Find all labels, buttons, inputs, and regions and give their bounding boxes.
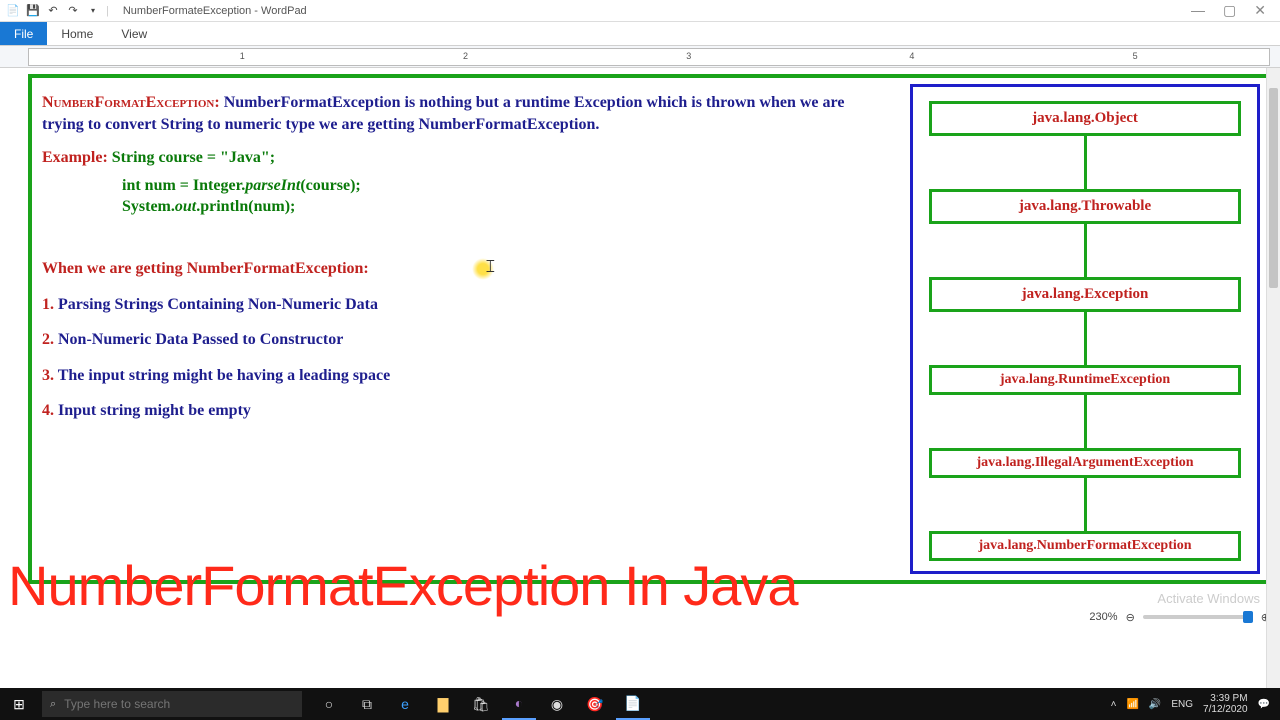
ruler-row: 1 2 3 4 5 (0, 46, 1280, 68)
taskbar-pinned-apps: ○ ⧉ e ▇ 🛍 ◐ ◉ 🎯 📄 (312, 688, 650, 720)
when-heading: When we are getting NumberFormatExceptio… (42, 258, 890, 280)
notifications-icon[interactable]: 💬 (1258, 699, 1270, 710)
connector-line (1084, 312, 1087, 365)
app-icon[interactable]: 🎯 (578, 688, 612, 720)
eclipse-icon[interactable]: ◐ (502, 688, 536, 720)
taskbar-search[interactable]: ⌕ (42, 691, 302, 717)
undo-icon[interactable]: ↶ (46, 4, 60, 18)
tab-home[interactable]: Home (47, 22, 107, 45)
zoom-slider[interactable] (1143, 615, 1253, 619)
qat-dropdown-icon[interactable]: ▾ (86, 4, 100, 18)
example-label: Example: (42, 149, 108, 166)
hierarchy-box: java.lang.Exception (929, 277, 1241, 312)
system-tray: ˄ 📶 🔊 ENG 3:39 PM 7/12/2020 💬 (1111, 693, 1280, 715)
window-title: NumberFormateException - WordPad (115, 5, 1177, 17)
hierarchy-box: java.lang.Object (929, 101, 1241, 136)
wordpad-task-icon[interactable]: 📄 (616, 688, 650, 720)
volume-icon[interactable]: 🔊 (1149, 699, 1161, 710)
text-cursor-icon: 𝙸 (484, 254, 497, 278)
overlay-title: NumberFormatException In Java (8, 553, 1272, 618)
hierarchy-box: java.lang.Throwable (929, 189, 1241, 224)
connector-line (1084, 395, 1087, 448)
zoom-out-button[interactable]: ⊖ (1126, 611, 1135, 624)
redo-icon[interactable]: ↷ (66, 4, 80, 18)
store-icon[interactable]: 🛍 (464, 688, 498, 720)
titlebar: 📄 💾 ↶ ↷ ▾ | NumberFormateException - Wor… (0, 0, 1280, 22)
code-block: int num = Integer.parseInt(course); Syst… (122, 175, 890, 218)
search-icon: ⌕ (50, 698, 56, 711)
clock[interactable]: 3:39 PM 7/12/2020 (1203, 693, 1248, 715)
code-line-1: String course = "Java"; (112, 149, 275, 166)
hierarchy-box: java.lang.RuntimeException (929, 365, 1241, 395)
quick-access-toolbar: 📄 💾 ↶ ↷ ▾ | (0, 4, 115, 18)
start-button[interactable]: ⊞ (0, 688, 38, 720)
chrome-icon[interactable]: ◉ (540, 688, 574, 720)
maximize-button[interactable]: ▢ (1223, 2, 1236, 19)
edge-icon[interactable]: e (388, 688, 422, 720)
heading-label: NumberFormatException: (42, 94, 220, 111)
language-indicator[interactable]: ENG (1171, 699, 1193, 710)
search-input[interactable] (64, 697, 294, 711)
cortana-icon[interactable]: ○ (312, 688, 346, 720)
connector-line (1084, 224, 1087, 277)
tab-view[interactable]: View (107, 22, 161, 45)
page-frame: NumberFormatException: NumberFormatExcep… (28, 74, 1272, 584)
network-icon[interactable]: 📶 (1126, 699, 1138, 710)
ruler[interactable]: 1 2 3 4 5 (28, 48, 1270, 66)
save-icon[interactable]: 💾 (26, 4, 40, 18)
wordpad-statusbar: 230% ⊖ ⊕ (1089, 606, 1270, 628)
zoom-value: 230% (1089, 611, 1117, 623)
vertical-scrollbar[interactable] (1266, 68, 1280, 688)
explorer-icon[interactable]: ▇ (426, 688, 460, 720)
windows-taskbar: ⊞ ⌕ ○ ⧉ e ▇ 🛍 ◐ ◉ 🎯 📄 ˄ 📶 🔊 ENG 3:39 PM … (0, 688, 1280, 720)
minimize-button[interactable]: — (1191, 2, 1205, 19)
ribbon-tabs: File Home View (0, 22, 1280, 46)
hierarchy-box: java.lang.IllegalArgumentException (929, 448, 1241, 478)
hierarchy-panel: java.lang.Object java.lang.Throwable jav… (910, 84, 1260, 574)
document-area[interactable]: NumberFormatException: NumberFormatExcep… (0, 68, 1280, 658)
tray-chevron-icon[interactable]: ˄ (1111, 699, 1117, 710)
taskview-icon[interactable]: ⧉ (350, 688, 384, 720)
activate-windows-watermark: Activate Windows (1157, 591, 1260, 606)
wordpad-icon: 📄 (6, 4, 20, 18)
connector-line (1084, 478, 1087, 531)
connector-line (1084, 136, 1087, 189)
tab-file[interactable]: File (0, 22, 47, 45)
close-button[interactable]: ✕ (1254, 2, 1266, 19)
content-left[interactable]: NumberFormatException: NumberFormatExcep… (32, 78, 906, 580)
